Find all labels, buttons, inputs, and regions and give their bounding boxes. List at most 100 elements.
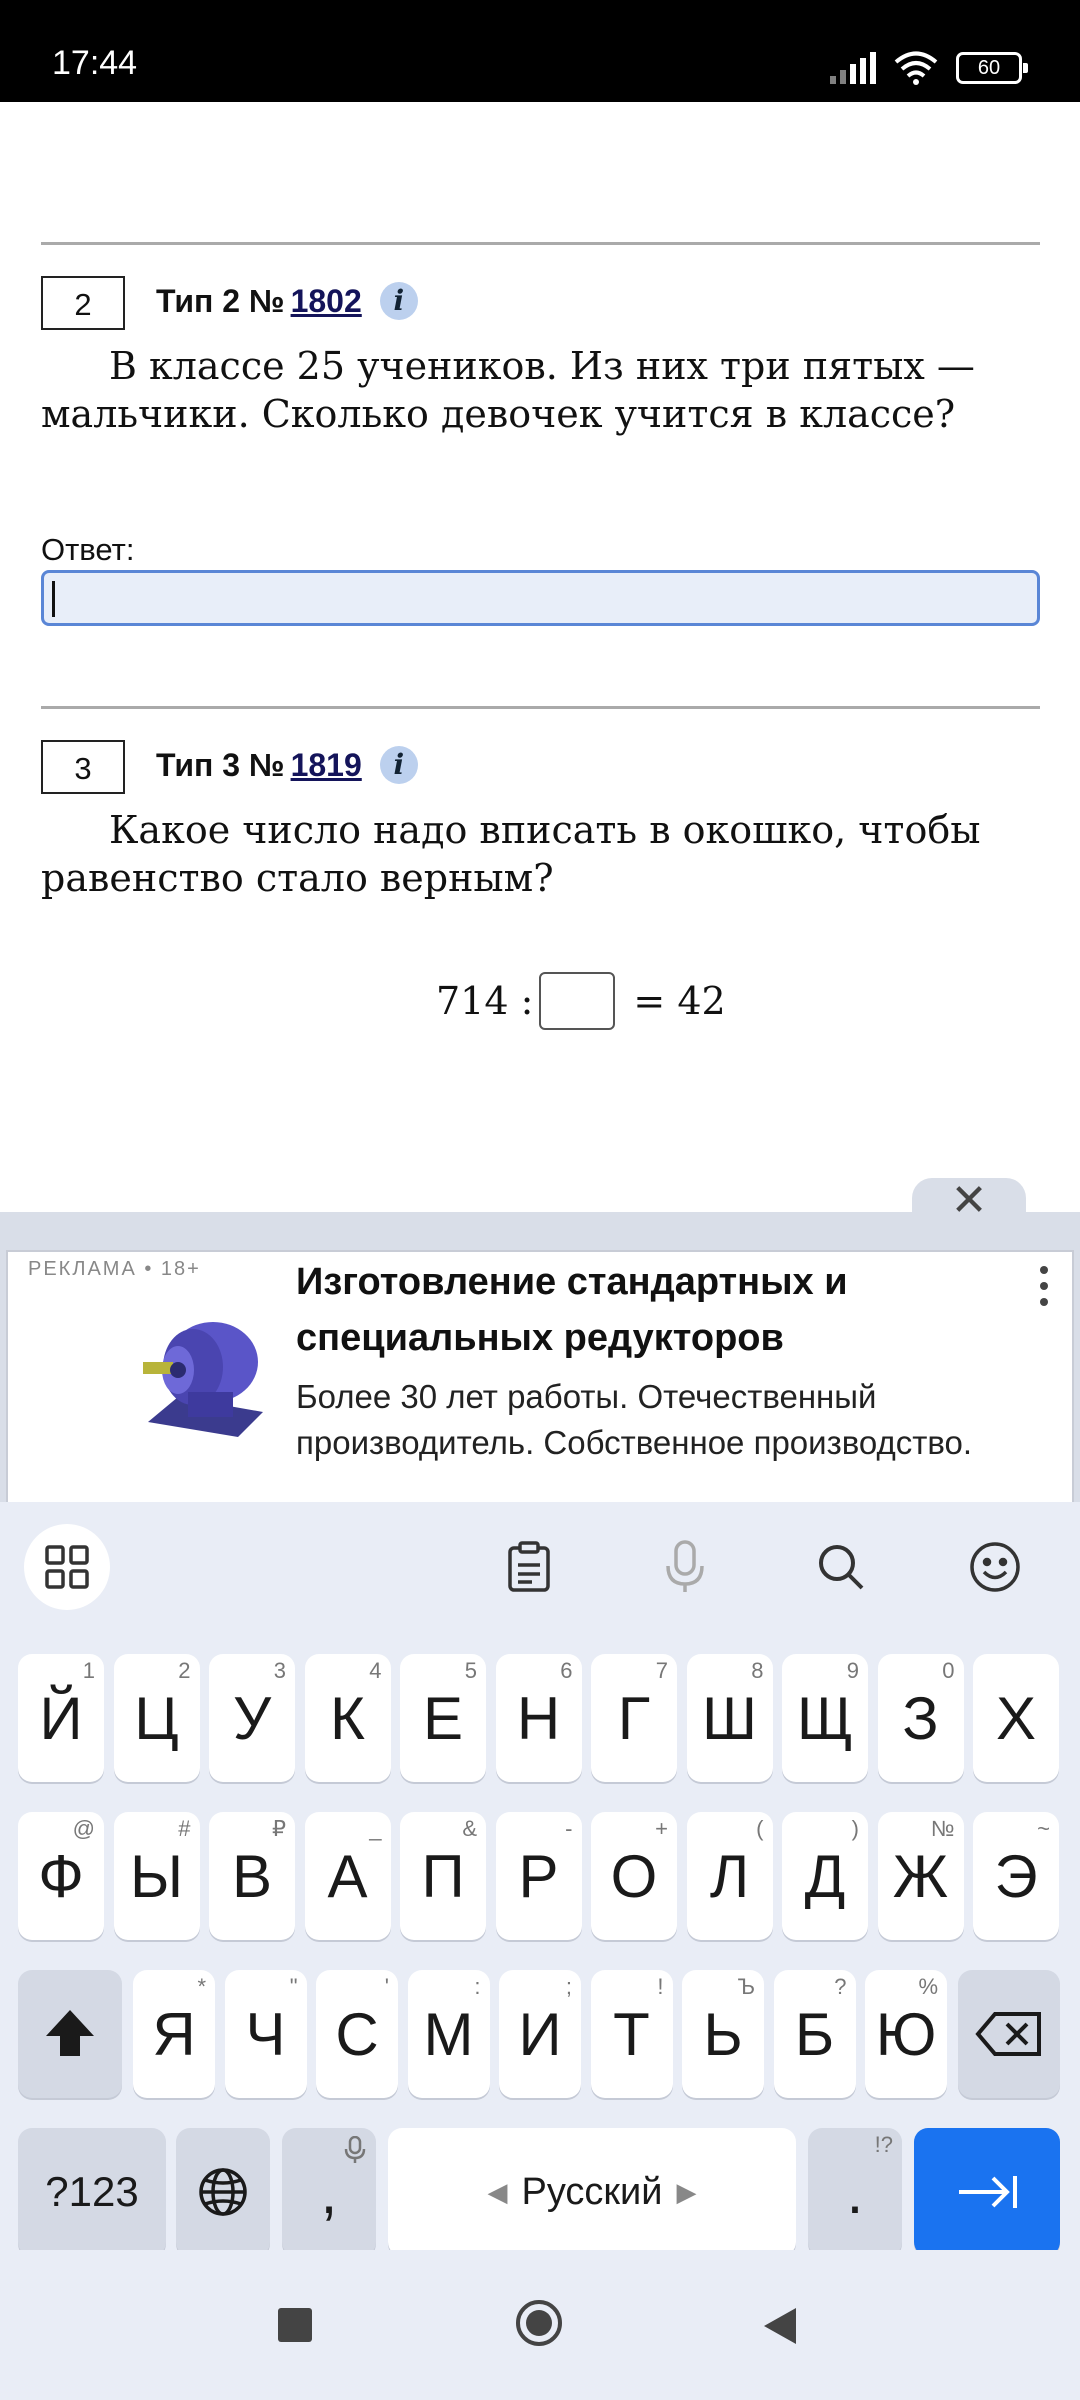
backspace-key[interactable]: [958, 1970, 1060, 2098]
key-letter: С: [335, 2000, 379, 2068]
key-letter: Ф: [38, 1842, 84, 1910]
letter-key[interactable]: К4: [304, 1654, 391, 1782]
key-letter: З: [902, 1684, 939, 1752]
shift-key[interactable]: [18, 1970, 122, 2098]
answer-input[interactable]: [41, 570, 1040, 626]
key-letter: Г: [617, 1684, 651, 1752]
letter-key[interactable]: Ч ": [224, 1970, 307, 2098]
letter-key[interactable]: Т!: [590, 1970, 673, 2098]
key-hint: ₽: [272, 1816, 286, 1841]
key-letter: Б: [794, 2000, 835, 2068]
ad-label: РЕКЛАМА • 18+: [28, 1258, 201, 1280]
key-letter: Д: [804, 1842, 846, 1910]
symbols-key[interactable]: ?123: [18, 2128, 166, 2256]
space-key[interactable]: ◀ Русский ▶: [388, 2128, 796, 2256]
equation: 714 : = 42: [436, 972, 726, 1030]
tab-arrow-icon: [959, 2176, 1017, 2208]
letter-key[interactable]: О +: [591, 1812, 677, 1940]
key-letter: Н: [516, 1684, 561, 1752]
letter-key[interactable]: Р-: [495, 1812, 582, 1940]
letter-key[interactable]: Л(: [686, 1812, 773, 1940]
keyboard: Й1Ц2У3К4Е5Н6Г7Ш8Щ9З0Х Ф @ Ы # В ₽ А _ П & Р - О + Л(Д)…: [0, 1502, 1080, 2256]
comma-key[interactable]: ,: [282, 2128, 376, 2256]
letter-key[interactable]: Ю%: [865, 1970, 947, 2098]
key-hint: &: [462, 1816, 477, 1841]
key-letter: В: [231, 1842, 273, 1910]
info-icon[interactable]: i: [379, 746, 418, 784]
letter-key[interactable]: Д): [782, 1812, 868, 1940]
key-hint: ": [289, 1974, 298, 1999]
period-label: .: [846, 2158, 864, 2226]
letter-key[interactable]: В ₽: [209, 1812, 295, 1940]
letter-key[interactable]: ЬЪ: [682, 1970, 764, 2098]
key-hint: (: [756, 1816, 764, 1841]
letter-key[interactable]: И;: [499, 1970, 581, 2098]
more-vertical-icon[interactable]: [1040, 1266, 1050, 1306]
key-letter: Ы: [129, 1842, 184, 1910]
letter-key[interactable]: Ж №: [877, 1812, 964, 1940]
letter-key[interactable]: Ы #: [113, 1812, 200, 1940]
key-hint: _: [369, 1816, 382, 1841]
task-link[interactable]: 1802: [291, 283, 362, 320]
key-hint: +: [655, 1816, 668, 1841]
key-hint: @: [72, 1816, 95, 1841]
letter-key[interactable]: Н6: [495, 1654, 582, 1782]
recents-button[interactable]: [278, 2308, 312, 2342]
search-icon: [819, 1545, 864, 1590]
clipboard-icon: [508, 1541, 550, 1592]
letter-key[interactable]: Е5: [400, 1654, 486, 1782]
letter-key[interactable]: Г7: [591, 1654, 677, 1782]
letter-key[interactable]: А _: [304, 1812, 391, 1940]
microphone-hint-icon: [344, 2136, 366, 2163]
key-hint: ;: [565, 1974, 572, 1999]
home-button[interactable]: [516, 2300, 562, 2346]
letter-key[interactable]: Щ9: [782, 1654, 868, 1782]
key-letter: Е: [422, 1684, 464, 1752]
period-key[interactable]: . !?: [808, 2128, 902, 2256]
letter-key[interactable]: Ф @: [18, 1812, 104, 1940]
back-button[interactable]: [762, 2306, 798, 2346]
ad-banner[interactable]: РЕКЛАМА • 18+ Изготовление стандартных и…: [6, 1250, 1074, 1502]
key-hint: 4: [369, 1658, 382, 1683]
letter-key[interactable]: С ': [316, 1970, 398, 2098]
letter-key[interactable]: Ц2: [113, 1654, 200, 1782]
keyboard-toolbar: [0, 1502, 1080, 1632]
equation-blank-box: [539, 972, 616, 1030]
letter-key[interactable]: Й1: [18, 1654, 104, 1782]
key-letter: Й: [39, 1684, 83, 1752]
search-button[interactable]: [798, 1524, 884, 1610]
key-hint: %: [918, 1974, 938, 1999]
key-letter: Ц: [134, 1684, 179, 1752]
letter-key[interactable]: Ш8: [686, 1654, 773, 1782]
key-letter: Ч: [245, 2000, 286, 2068]
letter-key[interactable]: М:: [407, 1970, 490, 2098]
letter-key[interactable]: У3: [209, 1654, 295, 1782]
ad-body: Более 30 лет работы. Отечественный произ…: [296, 1378, 973, 1461]
home-dot-icon: [526, 2310, 552, 2336]
key-letter: Э: [994, 1842, 1038, 1910]
key-hint: 8: [751, 1658, 764, 1683]
key-letter: Х: [995, 1684, 1037, 1752]
text-cursor: [52, 581, 55, 617]
letter-key[interactable]: П &: [400, 1812, 486, 1940]
apps-grid-button[interactable]: [24, 1524, 110, 1610]
letter-key[interactable]: З0: [877, 1654, 964, 1782]
key-hint: 0: [942, 1658, 955, 1683]
key-hint: -: [565, 1816, 573, 1841]
next-key[interactable]: [914, 2128, 1060, 2256]
emoji-button[interactable]: [952, 1524, 1038, 1610]
letter-key[interactable]: Э ~: [973, 1812, 1059, 1940]
language-key[interactable]: [176, 2128, 270, 2256]
task-text: Какое число надо вписать в окошко, чтобы…: [41, 808, 981, 900]
key-hint: 3: [273, 1658, 286, 1683]
signal-icon: [830, 52, 876, 84]
key-letter: У: [232, 1684, 272, 1752]
divider: [41, 706, 1040, 709]
letter-key[interactable]: Я *: [133, 1970, 215, 2098]
task-link[interactable]: 1819: [291, 747, 362, 784]
info-icon[interactable]: i: [379, 282, 418, 320]
letter-key[interactable]: Б?: [773, 1970, 856, 2098]
voice-input-button[interactable]: [642, 1524, 728, 1610]
letter-key[interactable]: Х: [973, 1654, 1059, 1782]
clipboard-button[interactable]: [486, 1524, 572, 1610]
